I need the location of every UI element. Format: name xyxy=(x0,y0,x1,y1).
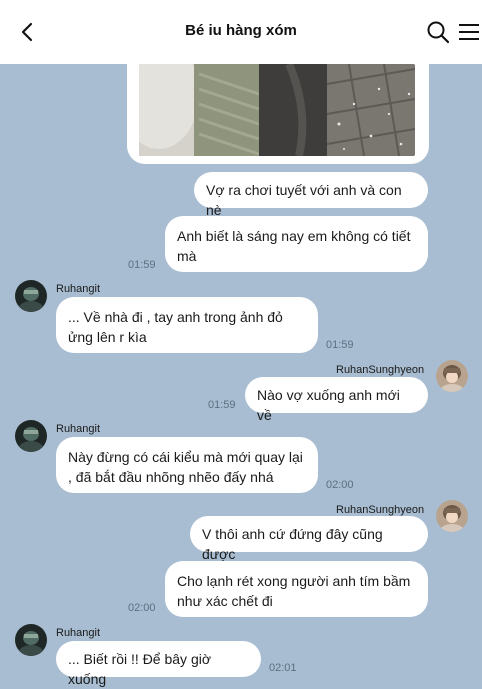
avatar[interactable] xyxy=(15,624,47,656)
sender-name: Ruhangit xyxy=(56,423,101,435)
avatar[interactable] xyxy=(15,280,47,312)
search-icon[interactable] xyxy=(426,20,450,44)
message-bubble-incoming[interactable]: ... Về nhà đi , tay anh trong ảnh đỏ ửng… xyxy=(56,297,318,353)
menu-icon[interactable] xyxy=(458,22,480,42)
message-time: 02:01 xyxy=(269,662,297,674)
avatar[interactable] xyxy=(436,360,468,392)
sender-name: RuhanSunghyeon xyxy=(336,364,425,376)
avatar[interactable] xyxy=(15,420,47,452)
message-bubble-incoming[interactable]: ... Biết rồi !! Để bây giờ xuống xyxy=(56,641,261,687)
message-bubble-outgoing[interactable]: V thôi anh cứ đứng đây cũng được xyxy=(190,516,428,562)
message-bubble-outgoing[interactable]: Anh biết là sáng nay em không có tiết mà xyxy=(165,216,428,272)
message-time: 02:00 xyxy=(326,479,354,491)
photo-message[interactable] xyxy=(127,52,429,164)
message-bubble-outgoing[interactable]: Vợ ra chơi tuyết với anh và con nè xyxy=(194,172,428,218)
message-text: Cho lạnh rét xong người anh tím bầm như … xyxy=(177,573,411,609)
message-time: 01:59 xyxy=(128,259,156,271)
message-time: 01:59 xyxy=(326,339,354,351)
sender-name: RuhanSunghyeon xyxy=(336,504,425,516)
message-time: 02:00 xyxy=(128,602,156,614)
message-bubble-outgoing[interactable]: Cho lạnh rét xong người anh tím bầm như … xyxy=(165,561,428,617)
message-text: ... Biết rồi !! Để bây giờ xuống xyxy=(68,651,212,687)
message-text: Vợ ra chơi tuyết với anh và con nè xyxy=(206,182,402,218)
sender-name: Ruhangit xyxy=(56,283,101,295)
message-text: V thôi anh cứ đứng đây cũng được xyxy=(202,526,383,562)
message-text: Nào vợ xuống anh mới về xyxy=(257,387,400,423)
chat-title: Bé iu hàng xóm xyxy=(185,22,297,39)
message-text: Anh biết là sáng nay em không có tiết mà xyxy=(177,228,411,264)
message-bubble-outgoing[interactable]: Nào vợ xuống anh mới về xyxy=(245,377,428,423)
photo-image[interactable] xyxy=(139,64,415,156)
message-bubble-incoming[interactable]: Này đừng có cái kiểu mà mới quay lại , đ… xyxy=(56,437,318,493)
sender-name: Ruhangit xyxy=(56,627,101,639)
message-text: Này đừng có cái kiểu mà mới quay lại , đ… xyxy=(68,449,303,485)
avatar[interactable] xyxy=(436,500,468,532)
message-text: ... Về nhà đi , tay anh trong ảnh đỏ ửng… xyxy=(68,309,283,345)
message-time: 01:59 xyxy=(208,399,236,411)
